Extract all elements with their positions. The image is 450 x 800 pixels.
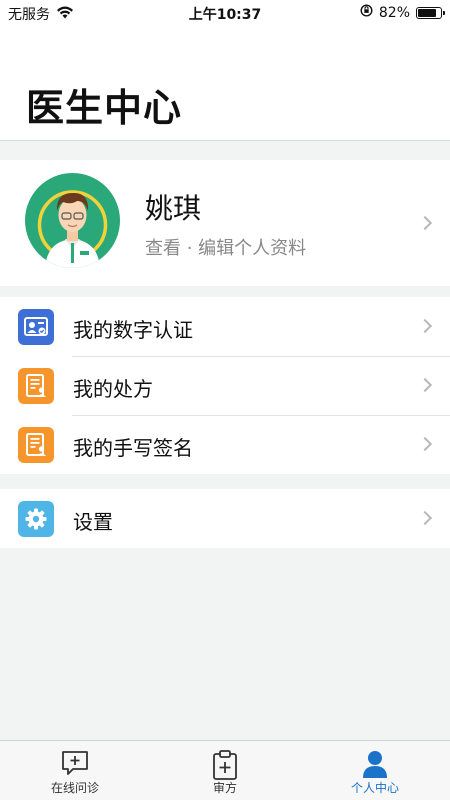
tab-label: 审方	[212, 781, 237, 795]
settings-list: 设置	[0, 489, 450, 548]
status-bar: 无服务 上午10:37 82%	[0, 0, 450, 24]
header: 医生中心	[0, 24, 450, 141]
gear-icon	[18, 501, 54, 537]
profile-name: 姚琪	[145, 192, 202, 225]
tab-prescription-review[interactable]: 审方	[150, 741, 300, 800]
menu-item-digital-cert[interactable]: 我的数字认证	[0, 297, 450, 356]
menu-list: 我的数字认证 我的处方 我的手写签名	[0, 297, 450, 474]
menu-item-label: 我的手写签名	[73, 436, 193, 460]
chat-plus-icon	[60, 749, 90, 781]
person-icon	[361, 749, 389, 783]
orientation-lock-icon	[360, 4, 373, 21]
chevron-right-icon	[417, 215, 433, 231]
tab-label: 在线问诊	[50, 781, 99, 795]
chevron-right-icon	[417, 377, 433, 393]
chevron-right-icon	[417, 318, 433, 334]
menu-item-prescription[interactable]: 我的处方	[0, 356, 450, 415]
battery-icon	[416, 6, 445, 19]
tab-online-consult[interactable]: 在线问诊	[0, 741, 150, 800]
menu-item-signature[interactable]: 我的手写签名	[0, 415, 450, 474]
menu-item-label: 设置	[73, 510, 113, 534]
profile-subtitle: 查看 · 编辑个人资料	[145, 238, 307, 259]
battery-percent: 82%	[378, 4, 410, 21]
signature-doc-icon	[18, 427, 54, 463]
tab-bar: 在线问诊 审方 个人中心	[0, 740, 450, 800]
menu-item-settings[interactable]: 设置	[0, 489, 450, 548]
tab-personal-center[interactable]: 个人中心	[300, 741, 450, 800]
menu-item-label: 我的数字认证	[73, 318, 193, 342]
tab-label: 个人中心	[350, 781, 399, 795]
profile-card[interactable]: 姚琪 查看 · 编辑个人资料	[0, 160, 450, 286]
chevron-right-icon	[417, 510, 433, 526]
menu-item-label: 我的处方	[73, 377, 153, 401]
chevron-right-icon	[417, 436, 433, 452]
id-card-icon	[18, 309, 54, 345]
avatar	[25, 173, 120, 268]
page-title: 医生中心	[26, 86, 183, 130]
prescription-icon	[18, 368, 54, 404]
